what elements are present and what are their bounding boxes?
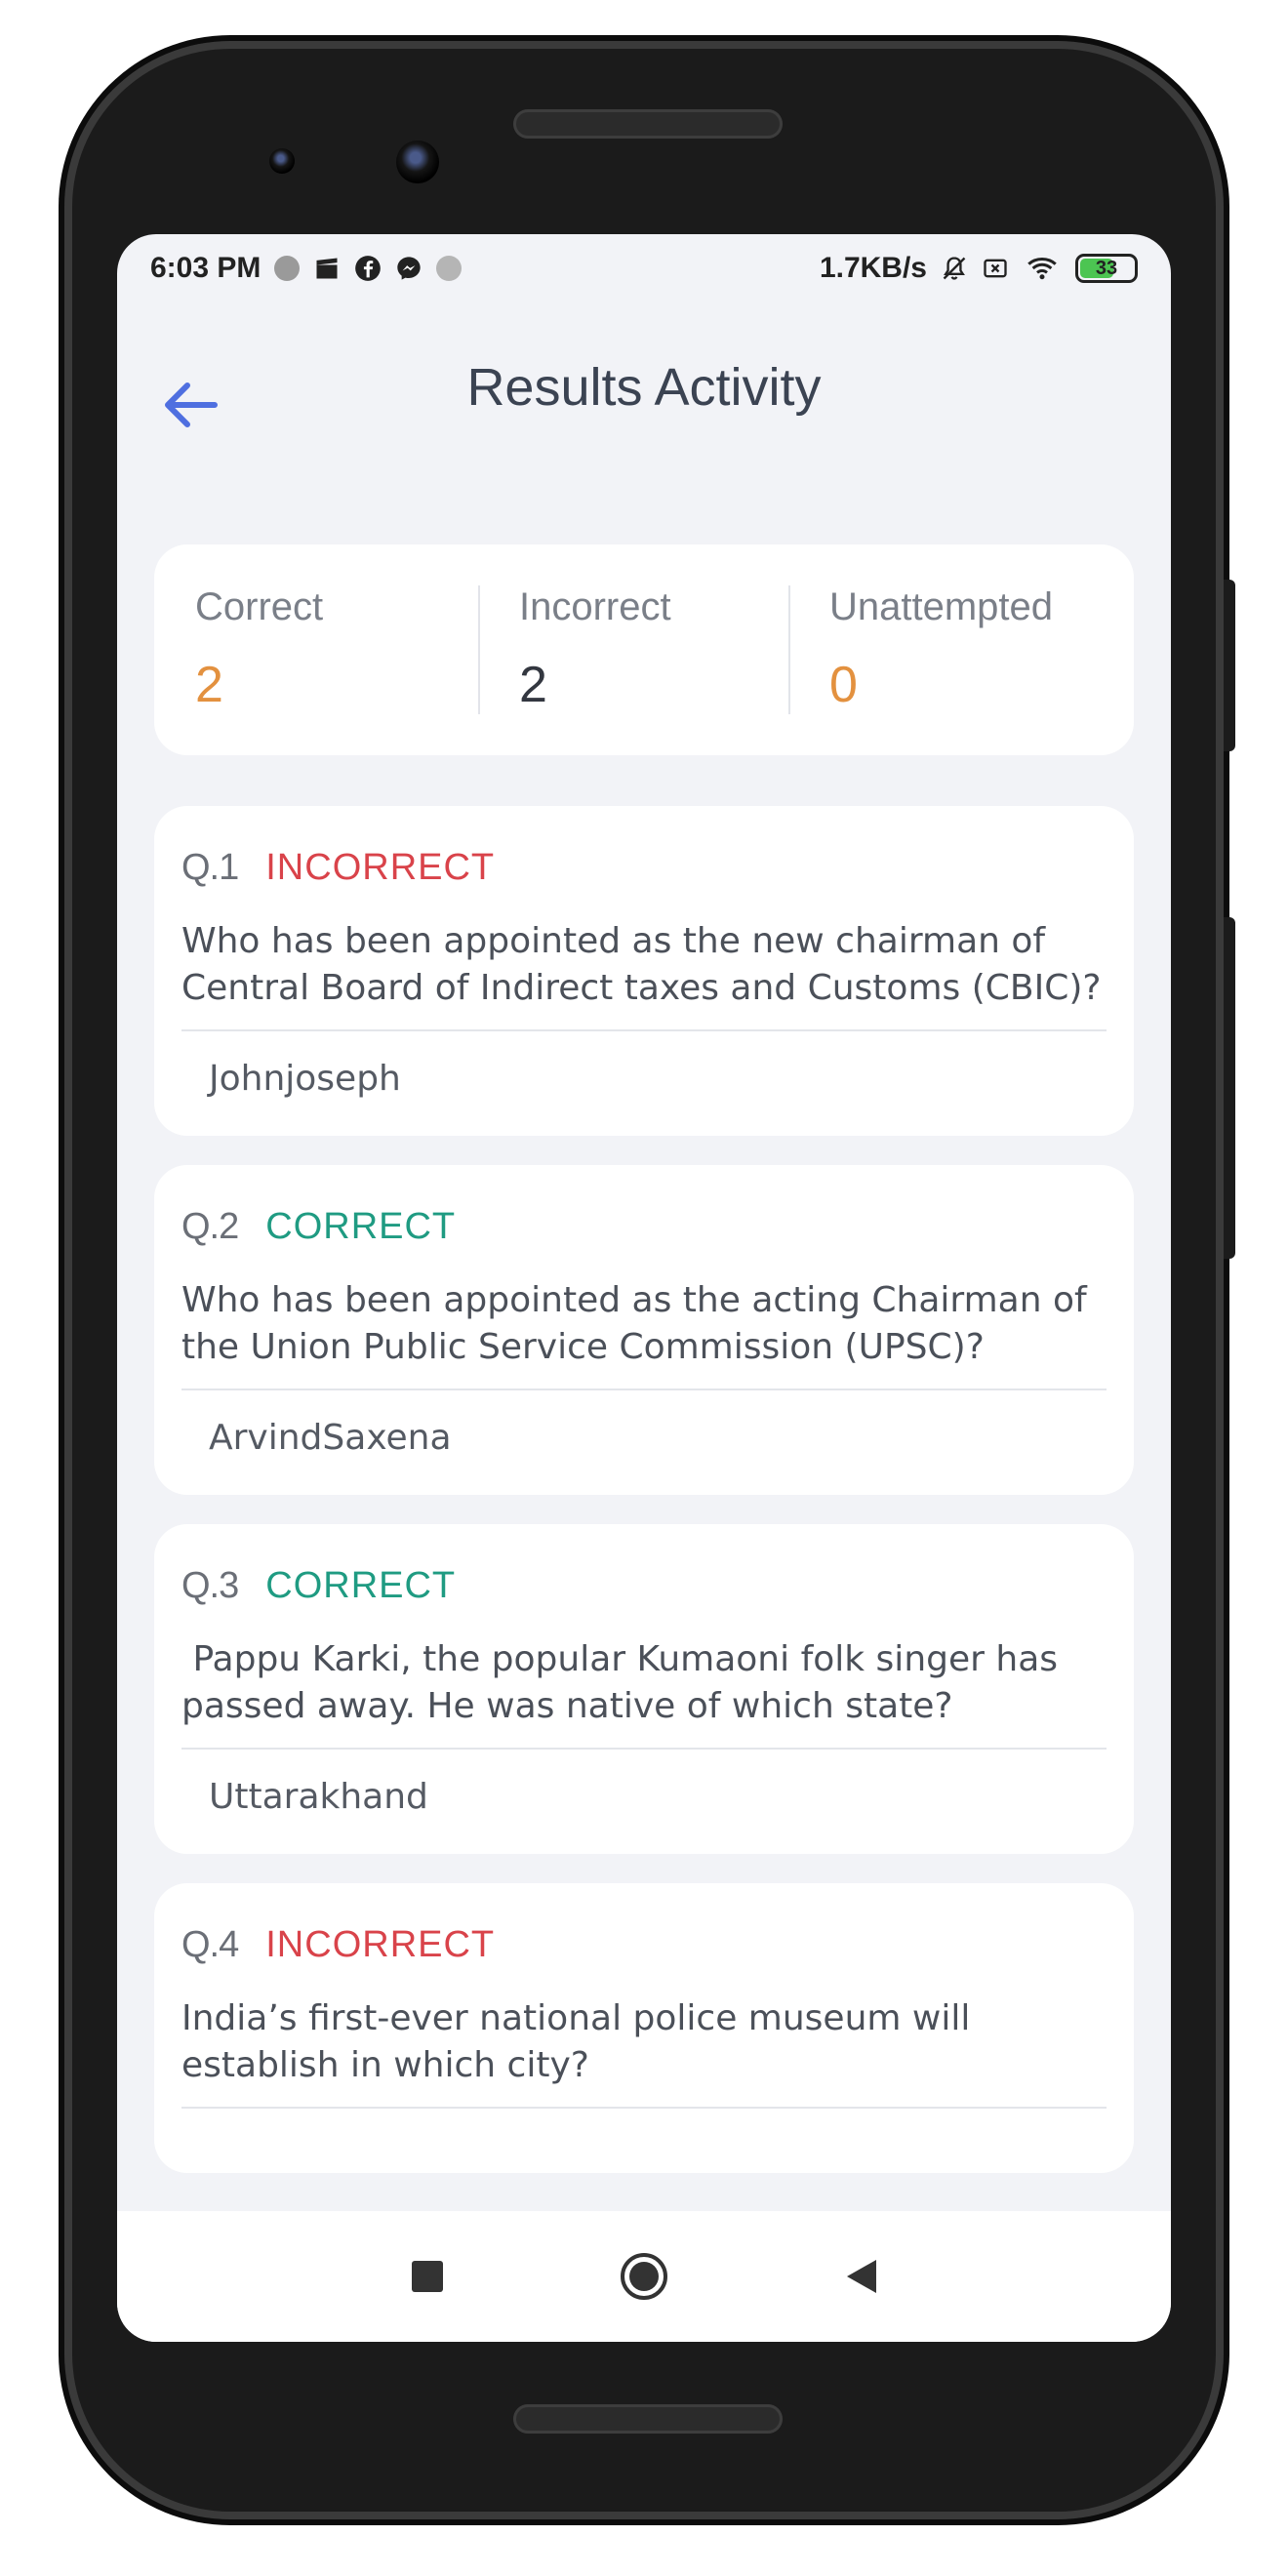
question-header: Q.2 CORRECT	[181, 1206, 1107, 1248]
screen: 6:03 PM 1.7KB/s 33 Results Activity Corr…	[117, 234, 1171, 2342]
question-status: CORRECT	[265, 1206, 457, 1247]
unattempted-stat: Unattempted 0	[788, 585, 1120, 714]
question-card-4[interactable]: Q.4 INCORRECT India’s first-ever nationa…	[154, 1883, 1134, 2173]
question-answer: ArvindSaxena	[209, 1418, 452, 1458]
question-text: Who has been appointed as the new chairm…	[181, 918, 1107, 1031]
question-number: Q.4	[181, 1924, 239, 1965]
nav-back-button[interactable]	[752, 2228, 969, 2325]
question-header: Q.3 CORRECT	[181, 1565, 1107, 1607]
question-number: Q.1	[181, 847, 239, 888]
question-header: Q.4 INCORRECT	[181, 1924, 1107, 1966]
question-status: CORRECT	[265, 1565, 457, 1606]
question-text: India’s first-ever national police museu…	[181, 1995, 1107, 2109]
battery-level: 33	[1095, 257, 1118, 279]
question-number: Q.3	[181, 1565, 239, 1606]
correct-count: 2	[195, 657, 223, 713]
question-text: Pappu Karki, the popular Kumaoni folk si…	[181, 1636, 1107, 1750]
recent-apps-icon	[412, 2261, 443, 2292]
facebook-icon	[355, 256, 382, 281]
unattempted-count: 0	[829, 657, 858, 713]
status-right: 1.7KB/s 33	[820, 252, 1138, 285]
question-card-2[interactable]: Q.2 CORRECT Who has been appointed as th…	[154, 1165, 1134, 1495]
notification-dot-icon	[436, 256, 463, 281]
question-answer: Johnjoseph	[209, 1059, 401, 1099]
question-header: Q.1 INCORRECT	[181, 847, 1107, 889]
question-number: Q.2	[181, 1206, 239, 1247]
mute-bell-icon	[943, 257, 966, 280]
status-left: 6:03 PM	[150, 252, 463, 285]
home-icon	[621, 2253, 667, 2300]
phone-frame: 6:03 PM 1.7KB/s 33 Results Activity Corr…	[64, 41, 1224, 2519]
question-card-1[interactable]: Q.1 INCORRECT Who has been appointed as …	[154, 806, 1134, 1136]
unattempted-label: Unattempted	[829, 585, 1054, 628]
question-answer: Uttarakhand	[209, 1777, 428, 1817]
app-header: Results Activity	[117, 302, 1171, 474]
bottom-speaker	[513, 2404, 783, 2434]
question-card-3[interactable]: Q.3 CORRECT Pappu Karki, the popular Kum…	[154, 1524, 1134, 1854]
system-nav-bar	[117, 2211, 1171, 2342]
incorrect-count: 2	[519, 657, 547, 713]
messenger-icon	[397, 257, 422, 280]
volume-button	[1224, 580, 1235, 751]
notification-dot-icon	[274, 256, 301, 281]
wifi-icon	[1027, 257, 1057, 280]
earpiece-speaker	[513, 109, 783, 139]
question-status: INCORRECT	[265, 1924, 496, 1965]
incorrect-label: Incorrect	[519, 585, 671, 628]
correct-label: Correct	[195, 585, 324, 628]
back-icon	[847, 2260, 876, 2293]
status-bar: 6:03 PM 1.7KB/s 33	[117, 234, 1171, 302]
question-status: INCORRECT	[265, 847, 496, 888]
battery-icon: 33	[1075, 254, 1138, 283]
front-camera-icon	[269, 148, 295, 174]
power-button	[1224, 917, 1235, 1259]
question-answer	[181, 2109, 1107, 2136]
question-list[interactable]: Q.1 INCORRECT Who has been appointed as …	[154, 806, 1134, 2238]
incorrect-stat: Incorrect 2	[478, 585, 788, 714]
results-summary-card: Correct 2 Incorrect 2 Unattempted 0	[154, 544, 1134, 755]
sim-off-icon	[984, 259, 1007, 278]
front-camera-icon	[396, 141, 439, 183]
recent-apps-button[interactable]	[319, 2228, 536, 2325]
page-title: Results Activity	[466, 358, 822, 417]
status-time: 6:03 PM	[150, 252, 262, 284]
clapper-icon	[316, 258, 338, 279]
home-button[interactable]	[536, 2228, 752, 2325]
correct-stat: Correct 2	[195, 585, 478, 714]
network-speed: 1.7KB/s	[819, 252, 927, 284]
question-text: Who has been appointed as the acting Cha…	[181, 1277, 1107, 1390]
